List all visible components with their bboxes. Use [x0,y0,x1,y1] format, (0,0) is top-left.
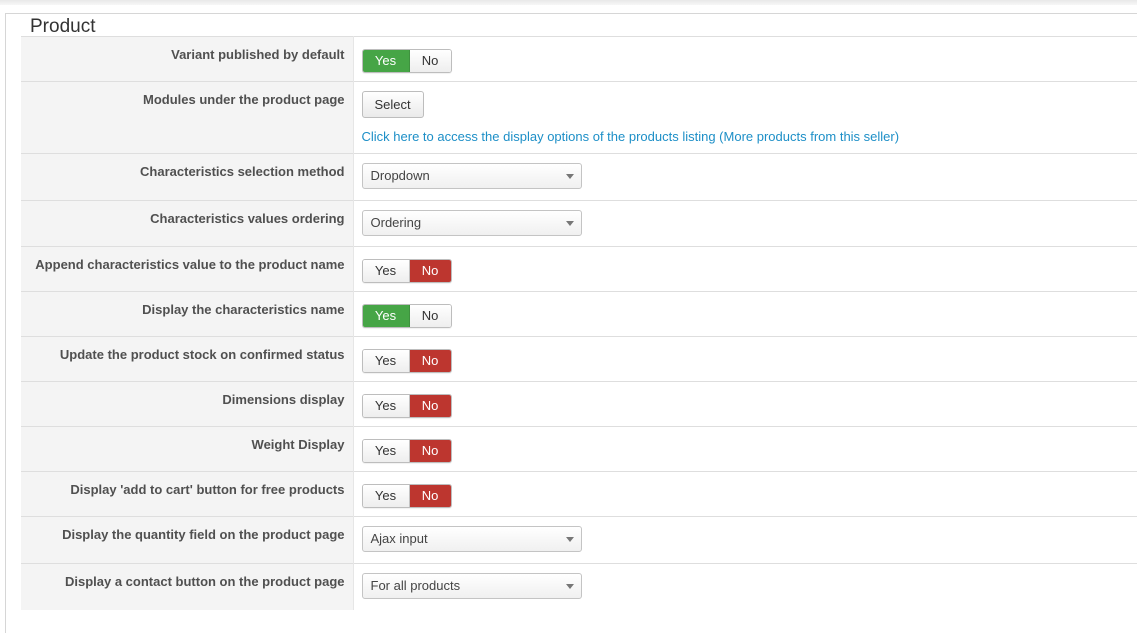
product-options-table: Variant published by default YesNo Modul… [21,36,1137,610]
row-weight: Weight Display YesNo [21,427,1137,472]
row-modules: Modules under the product page Select Cl… [21,82,1137,154]
yes-option[interactable]: Yes [363,440,410,462]
row-display-char-name: Display the characteristics name YesNo [21,292,1137,337]
no-option[interactable]: No [410,50,451,72]
row-contact-button: Display a contact button on the product … [21,564,1137,610]
weight-toggle[interactable]: YesNo [362,439,452,463]
append-char-toggle[interactable]: YesNo [362,259,452,283]
no-option[interactable]: No [410,395,451,417]
yes-option[interactable]: Yes [363,50,410,72]
selected-value: Ordering [371,215,422,230]
row-quantity-field: Display the quantity field on the produc… [21,517,1137,564]
variant-published-toggle[interactable]: YesNo [362,49,452,73]
row-label: Characteristics values ordering [21,201,353,247]
section-title: Product [25,16,100,38]
yes-option[interactable]: Yes [363,350,410,372]
char-ordering-dropdown[interactable]: Ordering [362,210,582,236]
row-add-to-cart-free: Display 'add to cart' button for free pr… [21,472,1137,517]
row-label: Characteristics selection method [21,154,353,201]
no-option[interactable]: No [410,440,451,462]
no-option[interactable]: No [410,350,451,372]
contact-button-dropdown[interactable]: For all products [362,573,582,599]
display-options-link[interactable]: Click here to access the display options… [362,129,1137,144]
row-dimensions: Dimensions display YesNo [21,382,1137,427]
row-char-selection: Characteristics selection method Dropdow… [21,154,1137,201]
selected-value: Dropdown [371,168,430,183]
no-option[interactable]: No [410,485,451,507]
selected-value: Ajax input [371,531,428,546]
caret-down-icon [566,537,574,542]
char-selection-dropdown[interactable]: Dropdown [362,163,582,189]
display-char-name-toggle[interactable]: YesNo [362,304,452,328]
row-label: Variant published by default [21,37,353,82]
row-label: Update the product stock on confirmed st… [21,337,353,382]
row-variant-published: Variant published by default YesNo [21,37,1137,82]
row-label: Display the quantity field on the produc… [21,517,353,564]
row-label: Display the characteristics name [21,292,353,337]
no-option[interactable]: No [410,305,451,327]
update-stock-toggle[interactable]: YesNo [362,349,452,373]
row-label: Display 'add to cart' button for free pr… [21,472,353,517]
yes-option[interactable]: Yes [363,395,410,417]
selected-value: For all products [371,578,461,593]
row-label: Display a contact button on the product … [21,564,353,610]
add-to-cart-free-toggle[interactable]: YesNo [362,484,452,508]
yes-option[interactable]: Yes [363,305,410,327]
caret-down-icon [566,221,574,226]
quantity-field-dropdown[interactable]: Ajax input [362,526,582,552]
no-option[interactable]: No [410,260,451,282]
dimensions-toggle[interactable]: YesNo [362,394,452,418]
row-label: Dimensions display [21,382,353,427]
top-bar [0,0,1137,5]
row-char-ordering: Characteristics values ordering Ordering [21,201,1137,247]
row-label: Weight Display [21,427,353,472]
row-append-char: Append characteristics value to the prod… [21,247,1137,292]
caret-down-icon [566,584,574,589]
yes-option[interactable]: Yes [363,260,410,282]
row-label: Append characteristics value to the prod… [21,247,353,292]
select-modules-button[interactable]: Select [362,91,424,118]
row-update-stock: Update the product stock on confirmed st… [21,337,1137,382]
caret-down-icon [566,174,574,179]
row-label: Modules under the product page [21,82,353,154]
yes-option[interactable]: Yes [363,485,410,507]
